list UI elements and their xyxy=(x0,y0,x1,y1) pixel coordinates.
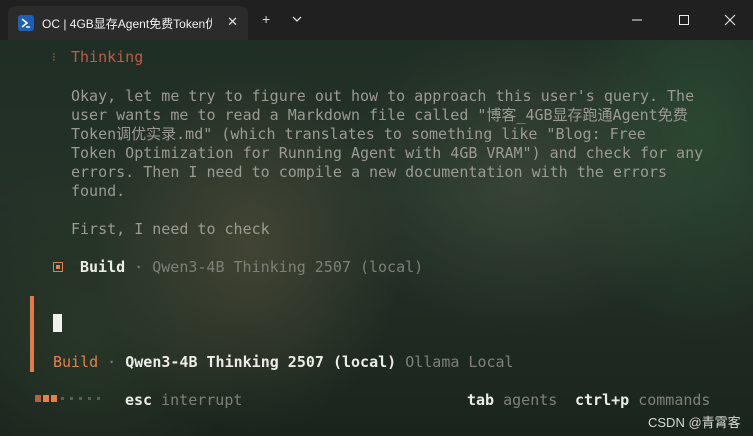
build-mode-label: Build xyxy=(80,258,126,276)
progress-dot xyxy=(79,397,82,400)
shortcut-tab[interactable]: tab agents xyxy=(467,391,557,410)
close-icon xyxy=(724,14,736,26)
progress-block xyxy=(51,395,57,402)
progress-dot xyxy=(97,397,100,400)
title-bar: OC | 4GB显存Agent免费Token优化 ✕ + xyxy=(0,0,753,40)
shortcut-action: commands xyxy=(629,391,711,409)
tab-title: OC | 4GB显存Agent免费Token优化 xyxy=(42,16,212,31)
progress-block xyxy=(43,395,49,402)
build-status: Build · Qwen3-4B Thinking 2507 (local) xyxy=(80,258,423,277)
build-separator: · xyxy=(125,258,153,276)
thinking-line-4: Token Optimization for Running Agent wit… xyxy=(71,144,704,162)
progress-dot xyxy=(88,397,91,400)
tab-dropdown-button[interactable] xyxy=(292,10,302,28)
terminal-tab[interactable]: OC | 4GB显存Agent免费Token优化 ✕ xyxy=(8,6,248,40)
thinking-last-line: First, I need to check xyxy=(71,220,270,238)
footer-separator: · xyxy=(98,353,126,371)
maximize-button[interactable] xyxy=(675,11,693,29)
footer-provider-label: Ollama Local xyxy=(396,353,514,371)
build-status-icon xyxy=(53,262,63,272)
footer-model-label[interactable]: Qwen3-4B Thinking 2507 (local) xyxy=(125,353,396,371)
thinking-line-2: user wants me to read a Markdown file ca… xyxy=(71,106,688,124)
shortcut-key: ctrl+p xyxy=(575,391,630,409)
powershell-icon xyxy=(18,15,34,31)
thinking-icon: ⁝ xyxy=(52,50,56,64)
progress-dot xyxy=(61,397,64,400)
close-icon[interactable]: ✕ xyxy=(227,15,238,29)
terminal-content[interactable]: ⁝ Thinking Okay, let me try to figure ou… xyxy=(0,0,753,436)
minimize-icon xyxy=(632,19,642,21)
shortcut-action: interrupt xyxy=(152,391,243,409)
progress-dot xyxy=(70,397,73,400)
close-window-button[interactable] xyxy=(721,11,739,29)
thinking-line-6: found. xyxy=(71,182,126,200)
progress-block xyxy=(35,395,41,402)
footer-mode-label[interactable]: Build xyxy=(53,353,98,371)
new-tab-button[interactable]: + xyxy=(262,10,270,28)
prompt-input-cursor[interactable] xyxy=(53,314,62,332)
thinking-line-3: Token调优实录.md" (which translates to somet… xyxy=(71,125,646,143)
progress-indicator xyxy=(35,395,102,402)
thinking-line-5: errors. Then I need to compile a new doc… xyxy=(71,163,668,181)
input-accent-bar xyxy=(30,296,34,372)
thinking-line-1: Okay, let me try to figure out how to ap… xyxy=(71,87,695,105)
footer-status: Build · Qwen3-4B Thinking 2507 (local) O… xyxy=(53,353,514,372)
thinking-label: Thinking xyxy=(71,48,144,66)
chevron-down-icon xyxy=(292,16,302,22)
shortcut-action: agents xyxy=(494,391,558,409)
shortcut-key: esc xyxy=(125,391,153,409)
maximize-icon xyxy=(679,15,689,25)
build-model-label: Qwen3-4B Thinking 2507 (local) xyxy=(152,258,424,276)
minimize-button[interactable] xyxy=(628,11,646,29)
shortcut-esc[interactable]: esc interrupt xyxy=(125,391,242,410)
shortcut-key: tab xyxy=(467,391,495,409)
shortcut-ctrl-p[interactable]: ctrl+p commands xyxy=(575,391,710,410)
